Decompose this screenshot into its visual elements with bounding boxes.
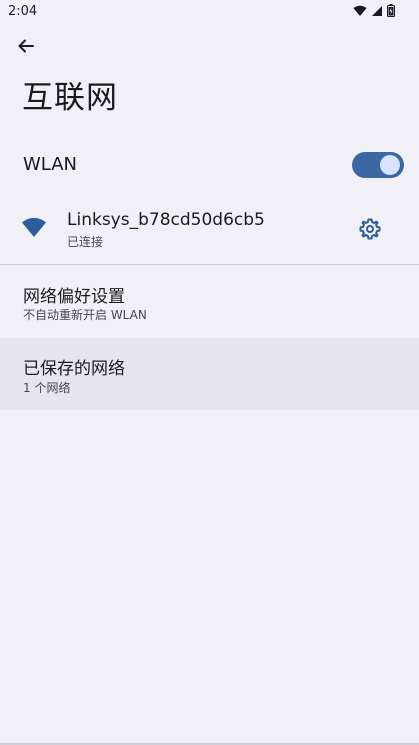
wlan-label: WLAN: [23, 154, 78, 175]
wifi-icon: [21, 217, 47, 239]
wlan-toggle-row[interactable]: WLAN: [0, 140, 419, 190]
saved-networks-subtitle: 1 个网络: [23, 381, 71, 395]
back-button[interactable]: [14, 36, 38, 60]
cell-signal-icon: [371, 5, 383, 17]
connected-network-row[interactable]: Linksys_b78cd50d6cb5 已连接: [0, 200, 419, 262]
wifi-signal-icon: [353, 5, 367, 17]
status-bar: 2:04: [0, 0, 419, 24]
status-icons: [353, 4, 395, 17]
network-preferences-subtitle: 不自动重新开启 WLAN: [23, 308, 147, 322]
arrow-back-icon: [16, 36, 36, 60]
network-preferences-title: 网络偏好设置: [23, 287, 125, 307]
gear-icon[interactable]: [358, 217, 382, 241]
network-status: 已连接: [67, 235, 104, 249]
wlan-toggle-switch[interactable]: [352, 152, 404, 178]
battery-icon: [387, 4, 395, 17]
network-name: Linksys_b78cd50d6cb5: [67, 210, 265, 230]
page-title: 互联网: [22, 80, 118, 116]
network-preferences-row[interactable]: 网络偏好设置 不自动重新开启 WLAN: [0, 266, 419, 336]
saved-networks-row[interactable]: 已保存的网络 1 个网络: [0, 338, 419, 410]
status-time: 2:04: [8, 4, 38, 19]
divider: [0, 264, 419, 265]
saved-networks-title: 已保存的网络: [23, 359, 125, 379]
toggle-knob: [380, 155, 400, 175]
